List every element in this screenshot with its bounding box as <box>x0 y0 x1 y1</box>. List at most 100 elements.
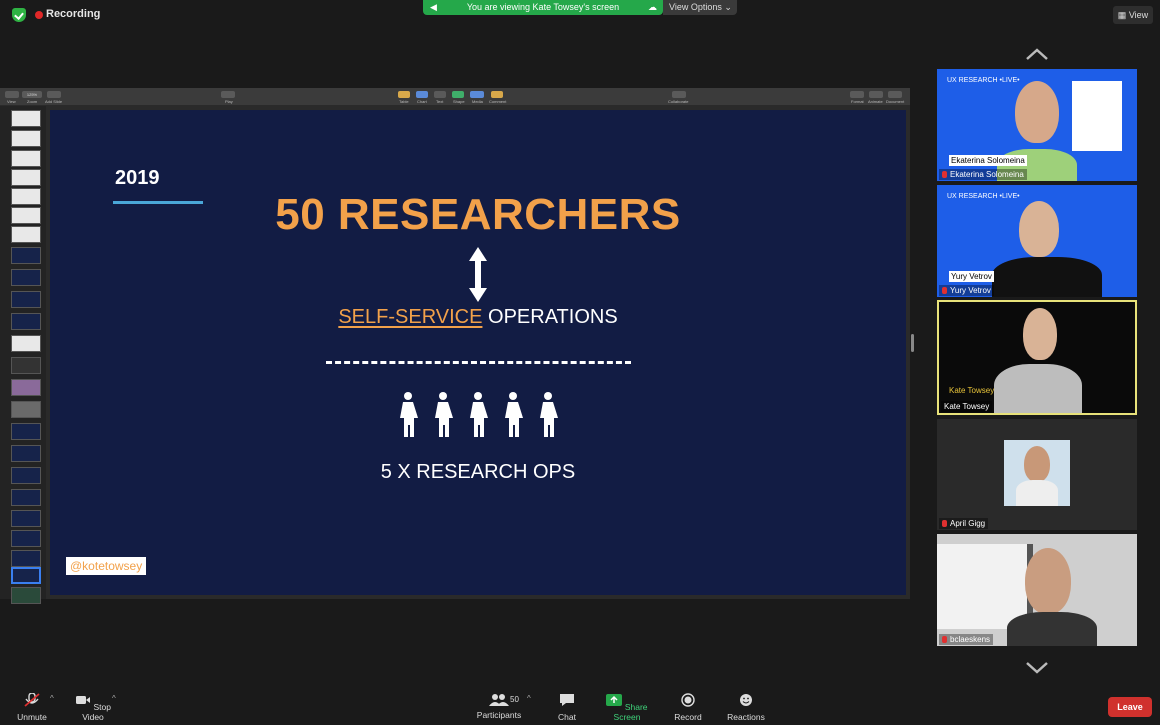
slide-thumbnail[interactable] <box>11 150 41 167</box>
animate-label: Animate <box>868 99 883 104</box>
participant-name: Ekaterina Solomeina <box>939 169 1027 180</box>
participant-name: April Gigg <box>939 518 989 529</box>
video-tile-kate-active-speaker[interactable]: Kate Towsey Kate Towsey <box>937 300 1137 415</box>
muted-mic-icon <box>24 692 40 707</box>
slide-thumbnail[interactable] <box>11 530 41 547</box>
view-options-button[interactable]: View Options ⌄ <box>663 0 737 15</box>
media-button[interactable] <box>470 91 484 98</box>
animate-button[interactable] <box>869 91 883 98</box>
slide-thumbnail[interactable] <box>11 247 41 264</box>
slide-thumbnail[interactable] <box>11 335 41 352</box>
name-overlay: Ekaterina Solomeina <box>949 155 1027 166</box>
video-options-chevron-icon[interactable]: ^ <box>112 694 116 703</box>
name-overlay: Kate Towsey <box>949 386 995 395</box>
chevron-up-icon[interactable] <box>1026 48 1048 60</box>
slide-navigator <box>0 106 46 604</box>
slide-thumbnail[interactable] <box>11 313 41 330</box>
slide-thumbnail[interactable] <box>11 423 41 440</box>
collaborate-button[interactable] <box>672 91 686 98</box>
play-button[interactable] <box>221 91 235 98</box>
reactions-label: Reactions <box>727 712 765 722</box>
cloud-icon: ☁ <box>648 2 657 12</box>
slide-thumbnail[interactable] <box>11 130 41 147</box>
comment-label: Comment <box>489 99 507 104</box>
participant-count: 50 <box>510 695 519 704</box>
chevron-down-icon[interactable] <box>1026 662 1048 674</box>
zoom-label: Zoom <box>27 99 38 104</box>
add-slide-label: Add Slide <box>45 99 63 104</box>
table-button[interactable] <box>398 91 410 98</box>
shape-label: Shape <box>453 99 465 104</box>
slide-thumbnail[interactable] <box>11 445 41 462</box>
participants-icon <box>489 694 509 706</box>
video-tile-april[interactable]: April Gigg <box>937 419 1137 530</box>
video-tile-yury[interactable]: UX RESEARCH •LIVE• Yury Vetrov Yury Vetr… <box>937 185 1137 297</box>
chevron-down-icon: ⌄ <box>724 2 732 12</box>
viewing-text: You are viewing Kate Towsey's screen <box>466 2 620 12</box>
record-button[interactable]: Record <box>672 693 704 722</box>
self-service-highlight: SELF-SERVICE <box>338 306 483 328</box>
shape-button[interactable] <box>452 91 464 98</box>
audio-options-chevron-icon[interactable]: ^ <box>50 694 54 703</box>
slide-thumbnail[interactable] <box>11 550 41 567</box>
slide-thumbnail[interactable] <box>11 188 41 205</box>
slide-thumbnail[interactable] <box>11 379 41 396</box>
view-menu-button[interactable] <box>5 91 19 98</box>
slide-thumbnail[interactable] <box>11 587 41 604</box>
brand-logo: UX RESEARCH •LIVE• <box>947 77 1020 84</box>
video-tile-ekaterina[interactable]: UX RESEARCH •LIVE• Ekaterina Solomeina E… <box>937 69 1137 181</box>
participant-name-text: Yury Vetrov <box>950 286 991 295</box>
slide-thumbnail[interactable] <box>11 169 41 186</box>
slide-thumbnail[interactable] <box>11 291 41 308</box>
format-button[interactable] <box>850 91 864 98</box>
smiley-icon <box>740 694 752 706</box>
comment-button[interactable] <box>491 91 503 98</box>
zoom-select[interactable]: 125% <box>22 91 42 98</box>
security-shield-icon[interactable] <box>12 8 26 22</box>
record-icon <box>681 693 695 707</box>
brand-logo: UX RESEARCH •LIVE• <box>947 193 1020 200</box>
format-label: Format <box>851 99 864 104</box>
slide-thumbnail[interactable] <box>11 489 41 506</box>
slide-thumbnail[interactable] <box>11 357 41 374</box>
slide-year: 2019 <box>115 167 160 189</box>
recording-label: Recording <box>46 8 101 20</box>
view-options-label: View Options <box>669 2 722 12</box>
slide-thumbnail[interactable] <box>11 510 41 527</box>
participants-button[interactable]: 50 Participants <box>472 693 526 720</box>
slide-thumbnail[interactable] <box>11 269 41 286</box>
slide-thumbnail[interactable] <box>11 207 41 224</box>
participants-options-chevron-icon[interactable]: ^ <box>527 694 531 703</box>
participant-name-text: Kate Towsey <box>944 402 990 411</box>
participants-label: Participants <box>476 710 522 720</box>
chat-icon <box>560 694 574 706</box>
slide-thumbnail[interactable] <box>11 226 41 243</box>
add-slide-button[interactable] <box>47 91 61 98</box>
research-ops-ratio: 5 X RESEARCH OPS <box>380 461 576 483</box>
chat-button[interactable]: Chat <box>552 693 582 722</box>
slide-thumbnail[interactable] <box>11 401 41 418</box>
chart-button[interactable] <box>416 91 428 98</box>
video-tile-bclaeskens[interactable]: bclaeskens <box>937 534 1137 646</box>
text-button[interactable] <box>434 91 446 98</box>
stop-video-button[interactable]: Stop Video <box>68 693 118 722</box>
participant-body <box>992 257 1102 297</box>
slide-thumbnail[interactable] <box>11 467 41 484</box>
reactions-button[interactable]: Reactions <box>724 693 768 722</box>
muted-mic-icon <box>942 171 947 179</box>
keynote-toolbar: View 125% Zoom Add Slide Play Table Char… <box>0 88 910 106</box>
unmute-button[interactable]: Unmute <box>12 692 52 722</box>
grid-icon: ▦ <box>1117 10 1127 20</box>
participant-name: Kate Towsey <box>941 401 993 412</box>
double-arrow-icon <box>469 247 487 302</box>
leave-button[interactable]: Leave <box>1108 697 1152 717</box>
gallery-resize-handle[interactable] <box>911 334 914 352</box>
view-button[interactable]: ▦ View <box>1113 6 1153 24</box>
muted-mic-icon <box>942 636 947 644</box>
share-screen-button[interactable]: Share Screen <box>598 693 656 722</box>
slide-thumbnail-selected[interactable] <box>11 567 41 584</box>
participant-name: Yury Vetrov <box>939 285 994 296</box>
document-button[interactable] <box>888 91 902 98</box>
participant-name-text: Ekaterina Solomeina <box>950 170 1024 179</box>
slide-thumbnail[interactable] <box>11 110 41 127</box>
